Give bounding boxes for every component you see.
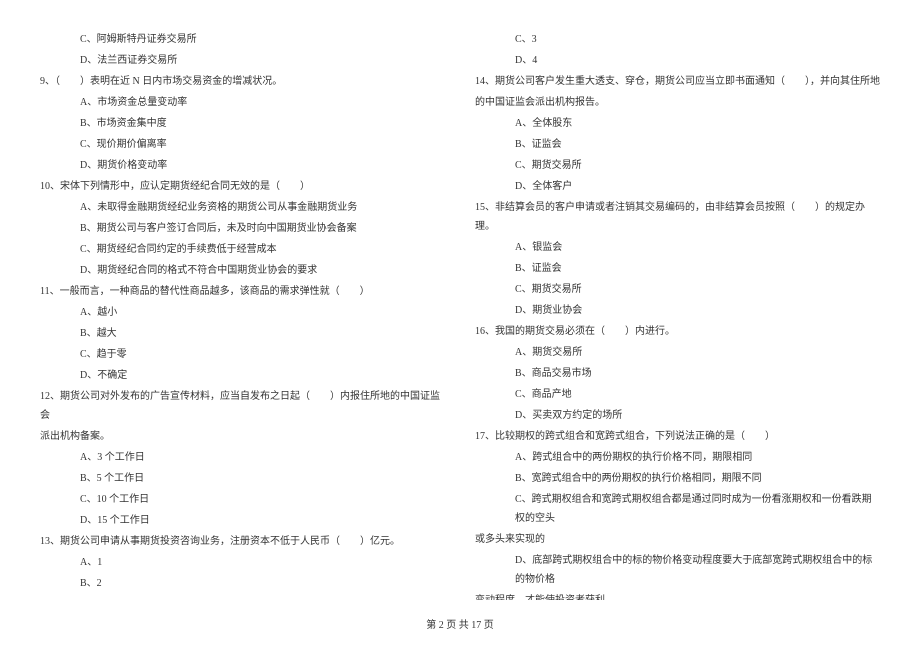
question-10: 10、宋体下列情形中，应认定期货经纪合同无效的是（ ）	[40, 177, 445, 196]
q11-option-b: B、越大	[40, 324, 445, 343]
q10-option-d: D、期货经纪合同的格式不符合中国期货业协会的要求	[40, 261, 445, 280]
q15-option-b: B、证监会	[475, 259, 880, 278]
q15-option-d: D、期货业协会	[475, 301, 880, 320]
q10-option-c: C、期货经纪合同约定的手续费低于经营成本	[40, 240, 445, 259]
q16-option-b: B、商品交易市场	[475, 364, 880, 383]
q13-option-d: D、4	[475, 51, 880, 70]
q9-option-c: C、现价期价偏离率	[40, 135, 445, 154]
q17-option-c-cont: 或多头来实现的	[475, 530, 880, 549]
q17-option-d: D、底部跨式期权组合中的标的物价格变动程度要大于底部宽跨式期权组合中的标的物价格	[475, 551, 880, 589]
q12-option-d: D、15 个工作日	[40, 511, 445, 530]
q8-option-c: C、阿姆斯特丹证券交易所	[40, 30, 445, 49]
question-9: 9、（ ）表明在近 N 日内市场交易资金的增减状况。	[40, 72, 445, 91]
q14-option-d: D、全体客户	[475, 177, 880, 196]
question-16: 16、我国的期货交易必须在（ ）内进行。	[475, 322, 880, 341]
q12-option-c: C、10 个工作日	[40, 490, 445, 509]
q15-option-c: C、期货交易所	[475, 280, 880, 299]
q14-option-b: B、证监会	[475, 135, 880, 154]
q17-option-b: B、宽跨式组合中的两份期权的执行价格相同，期限不同	[475, 469, 880, 488]
question-13: 13、期货公司申请从事期货投资咨询业务，注册资本不低于人民币（ ）亿元。	[40, 532, 445, 551]
q17-option-a: A、跨式组合中的两份期权的执行价格不同，期限相同	[475, 448, 880, 467]
q14-option-c: C、期货交易所	[475, 156, 880, 175]
q11-option-c: C、趋于零	[40, 345, 445, 364]
question-12-cont: 派出机构备案。	[40, 427, 445, 446]
question-11: 11、一般而言，一种商品的替代性商品越多，该商品的需求弹性就（ ）	[40, 282, 445, 301]
q9-option-a: A、市场资金总量变动率	[40, 93, 445, 112]
right-column: C、3 D、4 14、期货公司客户发生重大透支、穿仓，期货公司应当立即书面通知（…	[475, 30, 880, 600]
q17-option-d-cont: 变动程度，才能使投资者获利	[475, 591, 880, 600]
q9-option-d: D、期货价格变动率	[40, 156, 445, 175]
question-17: 17、比较期权的跨式组合和宽跨式组合，下列说法正确的是（ ）	[475, 427, 880, 446]
q12-option-a: A、3 个工作日	[40, 448, 445, 467]
q8-option-d: D、法兰西证券交易所	[40, 51, 445, 70]
q13-option-b: B、2	[40, 574, 445, 593]
q11-option-d: D、不确定	[40, 366, 445, 385]
q13-option-c: C、3	[475, 30, 880, 49]
question-14: 14、期货公司客户发生重大透支、穿仓，期货公司应当立即书面通知（ ），并向其住所…	[475, 72, 880, 91]
question-15: 15、非结算会员的客户申请或者注销其交易编码的，由非结算会员按照（ ）的规定办理…	[475, 198, 880, 236]
q13-option-a: A、1	[40, 553, 445, 572]
q10-option-a: A、未取得金融期货经纪业务资格的期货公司从事金融期货业务	[40, 198, 445, 217]
left-column: C、阿姆斯特丹证券交易所 D、法兰西证券交易所 9、（ ）表明在近 N 日内市场…	[40, 30, 445, 600]
q15-option-a: A、银监会	[475, 238, 880, 257]
q16-option-a: A、期货交易所	[475, 343, 880, 362]
q14-option-a: A、全体股东	[475, 114, 880, 133]
q9-option-b: B、市场资金集中度	[40, 114, 445, 133]
q12-option-b: B、5 个工作日	[40, 469, 445, 488]
q11-option-a: A、越小	[40, 303, 445, 322]
q16-option-d: D、买卖双方约定的场所	[475, 406, 880, 425]
question-14-cont: 的中国证监会派出机构报告。	[475, 93, 880, 112]
q17-option-c: C、跨式期权组合和宽跨式期权组合都是通过同时成为一份看涨期权和一份看跌期权的空头	[475, 490, 880, 528]
q16-option-c: C、商品产地	[475, 385, 880, 404]
page-footer: 第 2 页 共 17 页	[0, 616, 920, 635]
document-columns: C、阿姆斯特丹证券交易所 D、法兰西证券交易所 9、（ ）表明在近 N 日内市场…	[40, 30, 880, 600]
question-12: 12、期货公司对外发布的广告宣传材料，应当自发布之日起（ ）内报住所地的中国证监…	[40, 387, 445, 425]
q10-option-b: B、期货公司与客户签订合同后，未及时向中国期货业协会备案	[40, 219, 445, 238]
